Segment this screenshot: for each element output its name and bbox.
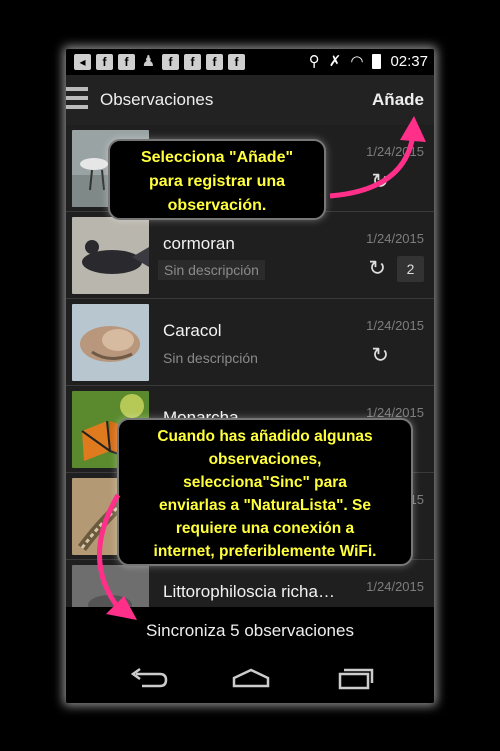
screenshot-frame: ◂ f f ♟ f f f f ⚲ ✗ ◠ 02:37 Observacione… [0, 0, 500, 751]
callout-arrows [97, 116, 426, 620]
sync-arrow [97, 493, 122, 612]
add-arrow [329, 134, 416, 199]
add-arrow-head [400, 116, 426, 142]
